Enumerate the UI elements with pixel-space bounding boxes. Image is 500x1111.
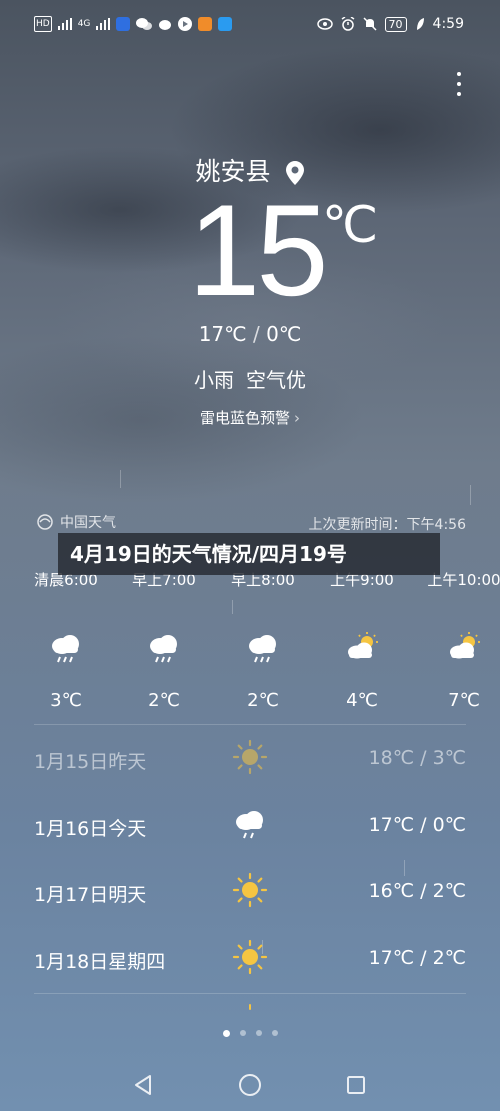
battery-indicator: 70	[384, 16, 407, 32]
sun-icon	[232, 872, 268, 908]
page-dot[interactable]	[255, 1030, 262, 1036]
page-dot[interactable]	[271, 1030, 278, 1036]
daily-row-yesterday[interactable]: 1月15日昨天 18℃ / 3℃	[34, 725, 466, 791]
video-orange-app-icon	[198, 17, 213, 31]
4g-badge: 4G	[77, 19, 91, 29]
hour-temp: 2℃	[247, 690, 279, 710]
daily-row-thursday[interactable]: 1月18日星期四 17℃ / 2℃	[34, 925, 466, 991]
partly-sunny-icon	[450, 632, 480, 659]
partly-sunny-icon	[348, 632, 378, 659]
hour-temp: 4℃	[346, 690, 378, 710]
day-label: 1月16日今天	[34, 818, 147, 840]
4g-signal-icon	[96, 18, 111, 30]
alert-text: 雷电蓝色预警	[199, 409, 290, 427]
baidu-app-icon	[116, 17, 131, 31]
recents-square-icon	[347, 1076, 365, 1094]
status-bar: HD 4G 70 4:59	[0, 14, 500, 38]
rain-cloud-icon	[236, 811, 263, 839]
home-circle-icon	[239, 1074, 261, 1096]
search-app-icon	[218, 17, 233, 31]
sun-icon	[232, 739, 268, 775]
day-range: 16℃ / 2℃	[368, 880, 466, 902]
divider	[34, 993, 466, 994]
article-title-banner: 4月19日的天气情况/四月19号	[58, 533, 440, 575]
weather-condition: 小雨	[194, 368, 234, 392]
day-label: 1月15日昨天	[34, 751, 147, 773]
range-separator: /	[252, 322, 260, 346]
hourly-item: 上午10:00 7℃	[414, 570, 500, 710]
day-range: 18℃ / 3℃	[368, 747, 466, 769]
wechat-icon	[136, 18, 153, 30]
rain-cloud-icon	[52, 635, 79, 663]
charging-leaf-icon	[416, 18, 424, 30]
hourly-item: 早上8:00 2℃	[213, 570, 313, 710]
day-range: 17℃ / 0℃	[368, 814, 466, 836]
hourly-forecast[interactable]: 清晨6:00 3℃ 早上7:00 2℃ 早上8:00 2℃ 上午9:00 4℃ …	[0, 570, 500, 710]
page-dot-active[interactable]	[222, 1030, 230, 1037]
hd-icon: HD	[34, 16, 52, 32]
hourly-item: 清晨6:00 3℃	[16, 570, 116, 710]
source-name: 中国天气	[60, 515, 116, 531]
daily-row-today[interactable]: 1月16日今天 17℃ / 0℃	[34, 792, 466, 858]
daily-row-tomorrow[interactable]: 1月17日明天 16℃ / 2℃	[34, 858, 466, 924]
china-weather-logo-icon	[37, 514, 53, 530]
home-button[interactable]	[233, 1068, 267, 1102]
current-temperature: 15	[188, 177, 329, 323]
day-range: 17℃ / 2℃	[368, 947, 466, 969]
hour-temp: 3℃	[50, 690, 82, 710]
weather-alert[interactable]: 雷电蓝色预警 ›	[0, 407, 500, 428]
recents-button[interactable]	[339, 1068, 373, 1102]
eye-icon	[316, 18, 333, 30]
day-label: 1月18日星期四	[34, 951, 166, 973]
temperature-unit: ℃	[322, 197, 379, 253]
page-indicator[interactable]	[0, 1030, 500, 1037]
day-label: 1月17日明天	[34, 884, 147, 906]
back-triangle-icon	[135, 1075, 151, 1095]
today-high: 17℃	[198, 322, 247, 346]
back-button[interactable]	[126, 1068, 160, 1102]
chevron-right-icon: ›	[294, 409, 300, 427]
more-menu-button[interactable]	[454, 72, 464, 96]
sun-icon	[232, 939, 268, 975]
condition-line: 小雨 空气优	[0, 364, 500, 393]
hourly-item: 早上7:00 2℃	[114, 570, 214, 710]
alarm-icon	[341, 17, 354, 31]
data-source[interactable]: 中国天气	[36, 512, 116, 532]
page-dot[interactable]	[239, 1030, 246, 1036]
hourly-item: 上午9:00 4℃	[312, 570, 412, 710]
video-app-icon	[178, 17, 193, 31]
today-range: 17℃ / 0℃	[0, 322, 500, 346]
rain-cloud-icon	[249, 635, 276, 663]
navigation-bar	[0, 1068, 500, 1102]
today-low: 0℃	[266, 322, 302, 346]
air-quality[interactable]: 空气优	[246, 368, 306, 392]
hour-temp: 7℃	[448, 690, 480, 710]
rain-cloud-icon	[150, 635, 177, 663]
next-row-sun-icon	[249, 1004, 251, 1010]
mute-icon	[363, 17, 377, 31]
hour-temp: 2℃	[148, 690, 180, 710]
signal-icon	[57, 18, 72, 30]
weibo-icon	[159, 20, 172, 30]
status-time: 4:59	[432, 16, 464, 32]
last-updated: 上次更新时间：下午4:56	[308, 517, 466, 533]
